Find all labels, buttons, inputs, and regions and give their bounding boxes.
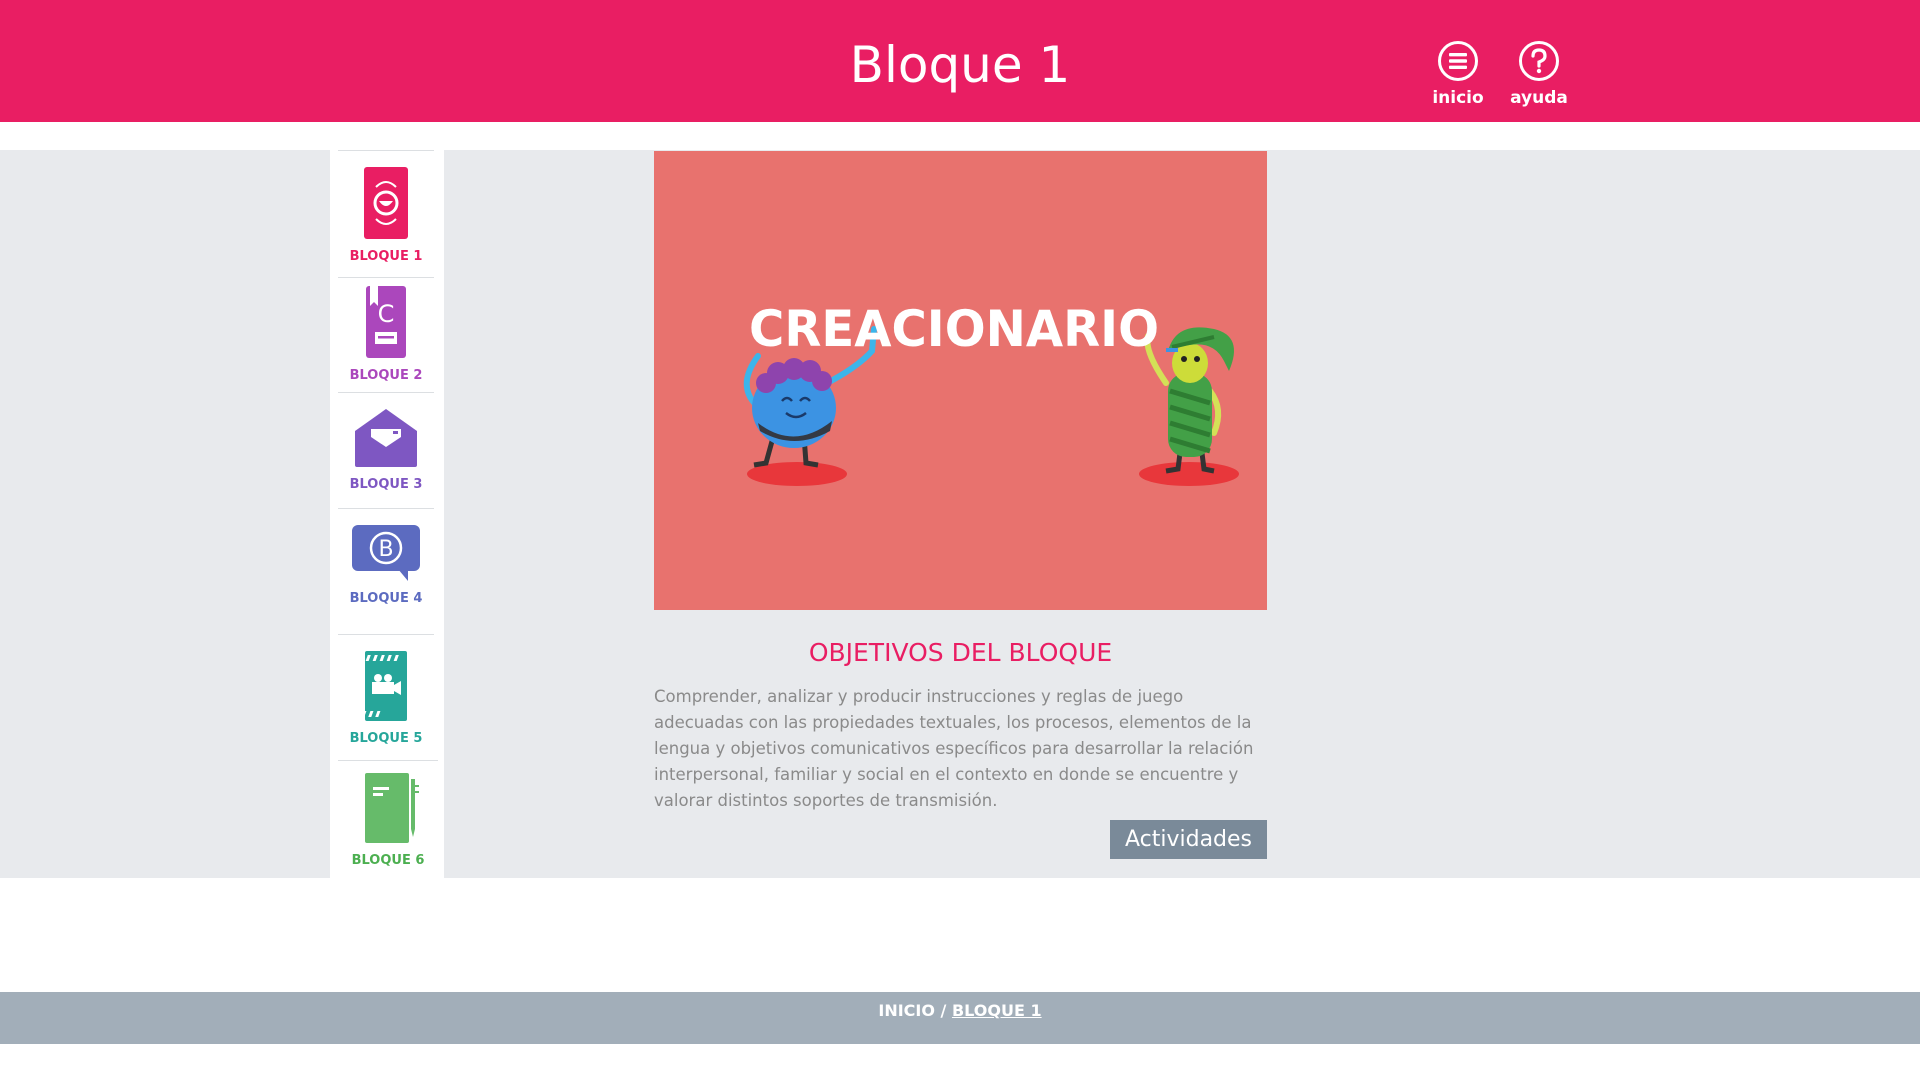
sidebar-item-label: BLOQUE 1 — [349, 249, 423, 264]
header-bar: Bloque 1 inicio ayuda — [0, 0, 1920, 122]
nav-inicio-label: inicio — [1432, 88, 1484, 108]
svg-text:C: C — [378, 300, 395, 328]
actividades-button[interactable]: Actividades — [1110, 820, 1267, 859]
hero-banner: CREACIONARIO — [654, 151, 1267, 610]
sidebar-item-bloque-2[interactable]: C BLOQUE 2 — [338, 277, 434, 390]
book-c-icon: C — [366, 286, 406, 358]
hero-title: CREACIONARIO — [749, 300, 1159, 358]
nav-ayuda-button[interactable]: ayuda — [1504, 40, 1574, 108]
breadcrumb-current[interactable]: BLOQUE 1 — [952, 1001, 1042, 1020]
sidebar-item-label: BLOQUE 3 — [349, 477, 423, 492]
objectives-title: OBJETIVOS DEL BLOQUE — [808, 638, 1113, 667]
film-camera-icon — [363, 651, 407, 721]
sidebar-item-bloque-5[interactable]: BLOQUE 5 — [338, 634, 434, 759]
phone-face-icon — [364, 167, 408, 239]
page-title: Bloque 1 — [849, 36, 1071, 94]
svg-text:B: B — [378, 537, 393, 562]
breadcrumb-separator: / — [934, 1001, 952, 1020]
sidebar-item-bloque-3[interactable]: BLOQUE 3 — [338, 392, 434, 505]
nav-inicio-button[interactable]: inicio — [1423, 40, 1493, 108]
sidebar-item-label: BLOQUE 6 — [351, 853, 425, 868]
nav-ayuda-label: ayuda — [1510, 88, 1568, 108]
sidebar-item-bloque-4[interactable]: B BLOQUE 4 — [338, 508, 434, 633]
objectives-text: Comprender, analizar y producir instrucc… — [654, 687, 1254, 810]
sidebar-item-label: BLOQUE 2 — [349, 368, 423, 383]
sidebar-item-bloque-1[interactable]: BLOQUE 1 — [338, 150, 434, 266]
breadcrumb-home[interactable]: INICIO — [878, 1001, 935, 1020]
sidebar-item-bloque-6[interactable]: BLOQUE 6 — [338, 760, 438, 877]
sidebar: BLOQUE 1 C BLOQUE 2 BLOQUE 3 B BLOQUE 4 — [330, 150, 444, 878]
breadcrumb: INICIO / BLOQUE 1 — [0, 992, 1920, 1044]
menu-icon — [1438, 41, 1478, 81]
notebook-pencil-icon — [365, 773, 419, 843]
sidebar-item-label: BLOQUE 5 — [349, 731, 423, 746]
speech-bubble-b-icon: B — [352, 525, 420, 581]
creacionario-illustration: CREACIONARIO — [743, 300, 1239, 486]
sidebar-item-label: BLOQUE 4 — [349, 591, 423, 606]
help-icon — [1519, 41, 1559, 81]
envelope-icon — [355, 409, 417, 467]
